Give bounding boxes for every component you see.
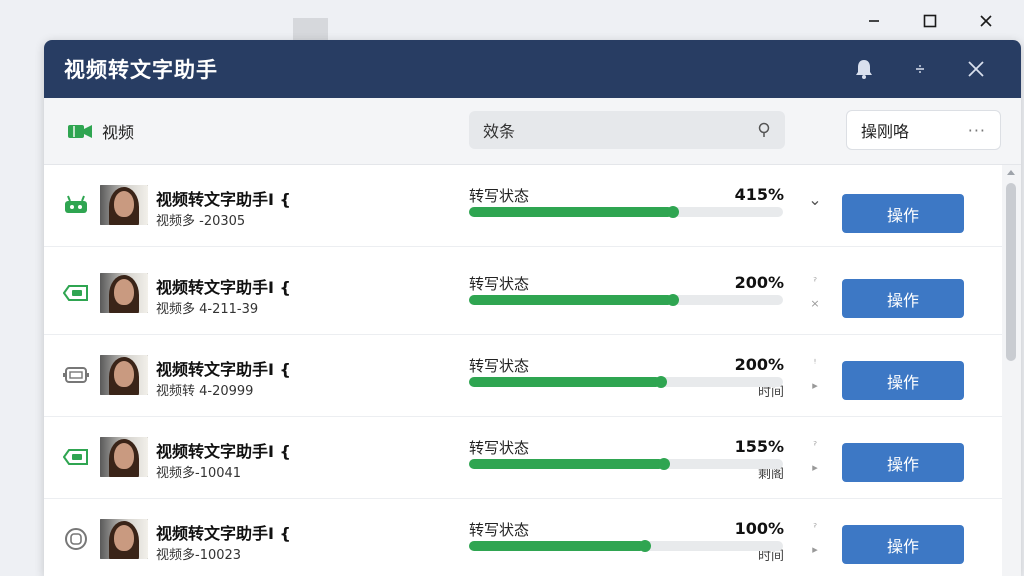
row-side-top-mark[interactable]: ˀ (806, 440, 824, 451)
maximize-button[interactable] (902, 8, 958, 34)
app-title: 视频转文字助手 (64, 58, 218, 82)
status-label: 转写状态 (469, 357, 530, 375)
background-window-tab (293, 18, 328, 42)
os-close-button[interactable] (958, 8, 1014, 34)
table-row[interactable]: 视频转文字助手I { 视频多-10023 转写状态 100% 时间 ˀ ▸ 操作 (44, 499, 1002, 576)
monitor-icon (62, 364, 90, 386)
status-label: 转写状态 (469, 187, 530, 205)
progress-bar (469, 294, 783, 306)
close-icon (980, 15, 992, 27)
operate-button[interactable]: 操作 (842, 194, 964, 233)
scroll-up-arrow[interactable] (1007, 170, 1015, 175)
table-row[interactable]: 视频转文字助手I { 视频转 4-20999 转写状态 200% 时间 ꜝ ▸ … (44, 335, 1002, 417)
row-title: 视频转文字助手I { (156, 360, 291, 379)
search-value: 效条 (483, 122, 516, 141)
scroll-thumb[interactable] (1006, 183, 1016, 361)
row-title: 视频转文字助手I { (156, 442, 291, 461)
close-icon (968, 61, 984, 77)
progress-knob (638, 540, 651, 552)
row-side-bottom-mark[interactable]: ▸ (806, 462, 824, 473)
operate-button[interactable]: 操作 (842, 361, 964, 400)
progress-fill (469, 459, 664, 469)
table-row[interactable]: 视频转文字助手I { 视频多 -20305 转写状态 415% ⌄ 操作 (44, 165, 1002, 247)
video-category[interactable]: 视频 (66, 119, 134, 143)
video-thumbnail[interactable] (100, 185, 148, 225)
video-thumbnail[interactable] (100, 355, 148, 395)
progress-knob (657, 458, 670, 470)
row-side-top-mark[interactable]: ˀ (806, 522, 824, 533)
progress-percent: 415% (734, 185, 784, 204)
robot-icon (62, 194, 90, 216)
progress-percent: 155% (734, 437, 784, 456)
progress-knob (667, 294, 680, 306)
action-menu-label: 操刚咯 (861, 122, 910, 141)
search-icon (758, 122, 770, 137)
video-category-label: 视频 (102, 123, 135, 142)
video-thumbnail[interactable] (100, 273, 148, 313)
video-thumbnail[interactable] (100, 437, 148, 477)
video-camera-icon (68, 125, 92, 138)
row-side-top-mark[interactable]: ⌄ (806, 192, 824, 208)
progress-fill (469, 541, 645, 551)
row-side-bottom-mark[interactable]: ▸ (806, 380, 824, 391)
progress-bar (469, 376, 783, 388)
row-title: 视频转文字助手I { (156, 278, 291, 297)
progress-fill (469, 377, 661, 387)
more-options-icon[interactable]: ··· (968, 121, 986, 140)
progress-percent: 200% (734, 355, 784, 374)
app-titlebar: 视频转文字助手 (44, 40, 1021, 98)
row-subtitle: 视频多-10041 (156, 466, 242, 481)
operate-button[interactable]: 操作 (842, 525, 964, 564)
maximize-icon (923, 14, 937, 28)
tag-icon (62, 282, 90, 304)
search-input[interactable]: 效条 (469, 111, 785, 149)
row-subtitle: 视频转 4-20999 (156, 384, 254, 399)
table-row[interactable]: 视频转文字助手I { 视频多 4-211-39 转写状态 200% ˀ × 操作 (44, 253, 1002, 335)
tag-icon (62, 446, 90, 468)
progress-knob (667, 206, 680, 218)
notification-button[interactable] (839, 49, 889, 89)
transcription-list: 视频转文字助手I { 视频多 -20305 转写状态 415% ⌄ 操作 视频转… (44, 165, 1002, 576)
progress-percent: 200% (734, 273, 784, 292)
minimize-app-button[interactable] (895, 49, 945, 89)
progress-bar (469, 540, 783, 552)
action-menu-button[interactable]: 操刚咯 ··· (846, 110, 1001, 150)
row-subtitle: 视频多-10023 (156, 548, 242, 563)
operate-button[interactable]: 操作 (842, 443, 964, 482)
status-label: 转写状态 (469, 521, 530, 539)
status-label: 转写状态 (469, 275, 530, 293)
scrollbar[interactable] (1002, 165, 1021, 576)
bell-icon (856, 60, 872, 79)
operate-button[interactable]: 操作 (842, 279, 964, 318)
progress-bar (469, 458, 783, 470)
progress-knob (654, 376, 667, 388)
progress-fill (469, 295, 674, 305)
row-title: 视频转文字助手I { (156, 524, 291, 543)
circle-icon (62, 528, 90, 550)
os-window-controls (846, 8, 1014, 34)
status-label: 转写状态 (469, 439, 530, 457)
progress-fill (469, 207, 674, 217)
row-side-bottom-mark[interactable]: ▸ (806, 544, 824, 555)
video-thumbnail[interactable] (100, 519, 148, 559)
row-subtitle: 视频多 4-211-39 (156, 302, 259, 317)
minimize-icon (916, 65, 924, 73)
row-title: 视频转文字助手I { (156, 190, 291, 209)
row-subtitle: 视频多 -20305 (156, 214, 246, 229)
minimize-button[interactable] (846, 8, 902, 34)
row-side-top-mark[interactable]: ꜝ (806, 358, 824, 369)
app-window: 视频转文字助手 视频 效条 操刚咯 ··· 视频转文字助手I {视频多 -20… (44, 40, 1021, 576)
minimize-icon (869, 20, 879, 22)
toolbar: 视频 效条 操刚咯 ··· (44, 98, 1021, 165)
progress-percent: 100% (734, 519, 784, 538)
row-side-top-mark[interactable]: ˀ (806, 276, 824, 287)
table-row[interactable]: 视频转文字助手I { 视频多-10041 转写状态 155% 剩阁 ˀ ▸ 操作 (44, 417, 1002, 499)
progress-bar (469, 206, 783, 218)
app-close-button[interactable] (951, 49, 1001, 89)
row-side-bottom-mark[interactable]: × (806, 298, 824, 309)
